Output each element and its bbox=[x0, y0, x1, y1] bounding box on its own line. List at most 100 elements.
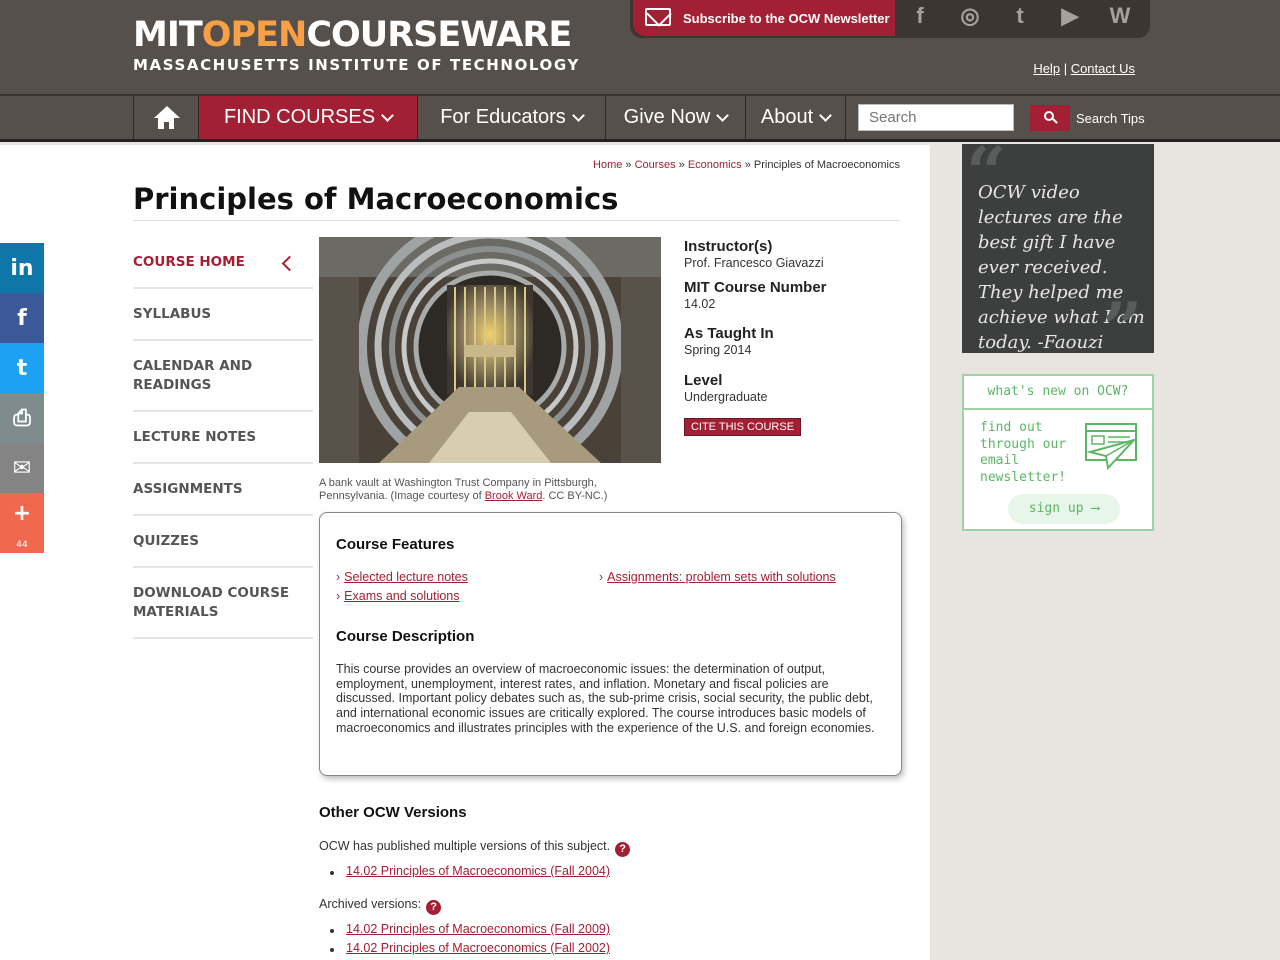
home-nav-button[interactable] bbox=[133, 96, 198, 139]
newsletter-subscribe-button[interactable]: Subscribe to the OCW Newsletter bbox=[633, 0, 895, 36]
caption-credit-link[interactable]: Brook Ward bbox=[485, 490, 543, 502]
instagram-icon[interactable]: ◎ bbox=[948, 0, 992, 34]
instructor-info: Instructor(s) Prof. Francesco Giavazzi bbox=[684, 238, 904, 270]
logo-text-open: OPEN bbox=[201, 15, 308, 55]
course-description-title: Course Description bbox=[336, 628, 475, 645]
course-description-text: This course provides an overview of macr… bbox=[336, 662, 875, 735]
close-quote-icon: ” bbox=[1102, 287, 1143, 354]
course-menu-calendar-readings[interactable]: CALENDAR AND READINGS bbox=[133, 341, 313, 412]
page-title: Principles of Macroeconomics bbox=[133, 182, 619, 216]
facebook-icon: f bbox=[17, 305, 27, 331]
version-link-fall-2009[interactable]: 14.02 Principles of Macroeconomics (Fall… bbox=[346, 922, 610, 936]
chevron-down-icon bbox=[571, 109, 585, 122]
course-menu-label: ASSIGNMENTS bbox=[133, 481, 243, 497]
header-links: Help | Contact Us bbox=[1033, 61, 1135, 76]
course-menu-course-home[interactable]: COURSE HOME bbox=[133, 237, 313, 289]
nav-find-courses[interactable]: FIND COURSES bbox=[198, 96, 417, 139]
bank-vault-illustration bbox=[319, 237, 661, 463]
newsletter-signup-button[interactable]: sign up ⟶ bbox=[1008, 494, 1120, 524]
breadcrumb-current: Principles of Macroeconomics bbox=[753, 159, 900, 171]
youtube-icon[interactable]: ▶ bbox=[1048, 0, 1092, 34]
instructor-label: Instructor(s) bbox=[684, 238, 773, 255]
feature-link-exams[interactable]: Exams and solutions bbox=[336, 589, 459, 603]
nav-find-courses-label: FIND COURSES bbox=[223, 106, 376, 128]
mit-ocw-logo[interactable]: MITOPENCOURSEWARE MASSACHUSETTS INSTITUT… bbox=[133, 16, 580, 74]
subscribe-label: Subscribe to the OCW Newsletter bbox=[683, 10, 890, 26]
feature-link-assignments[interactable]: Assignments: problem sets with solutions bbox=[599, 570, 836, 584]
published-versions-label: OCW has published multiple versions of t… bbox=[319, 839, 611, 853]
plus-icon: + bbox=[12, 501, 32, 526]
twitter-icon[interactable]: t bbox=[998, 0, 1042, 34]
newsletter-promo-header: what's new on OCW? bbox=[964, 376, 1152, 410]
facebook-icon[interactable]: f bbox=[898, 0, 942, 34]
linkedin-icon: in bbox=[10, 255, 34, 281]
breadcrumb-home[interactable]: Home bbox=[593, 159, 622, 171]
course-menu-label: COURSE HOME bbox=[133, 254, 245, 270]
share-more-button[interactable]: +44 bbox=[0, 493, 44, 553]
share-twitter-button[interactable]: t bbox=[0, 343, 44, 393]
published-versions-text: OCW has published multiple versions of t… bbox=[319, 839, 631, 857]
feature-link-lecture-notes[interactable]: Selected lecture notes bbox=[336, 570, 468, 584]
course-menu-download[interactable]: DOWNLOAD COURSE MATERIALS bbox=[133, 568, 313, 639]
nav-for-educators-label: For Educators bbox=[440, 106, 566, 128]
course-menu-lecture-notes[interactable]: LECTURE NOTES bbox=[133, 412, 313, 464]
version-link-fall-2004[interactable]: 14.02 Principles of Macroeconomics (Fall… bbox=[346, 864, 610, 878]
search-button[interactable] bbox=[1030, 105, 1070, 131]
testimonial-quote-banner[interactable]: “ OCW video lectures are the best gift I… bbox=[962, 144, 1154, 353]
version-link-fall-2002[interactable]: 14.02 Principles of Macroeconomics (Fall… bbox=[346, 941, 610, 955]
wordpress-icon[interactable]: W bbox=[1098, 0, 1142, 34]
help-icon[interactable]: ? bbox=[426, 900, 442, 915]
taught-in-label: As Taught In bbox=[684, 325, 774, 342]
newsletter-promo-text: find out through our email newsletter! bbox=[980, 420, 1067, 485]
divider bbox=[133, 220, 900, 221]
course-number-value: 14.02 bbox=[684, 297, 716, 311]
course-number-info: MIT Course Number 14.02 bbox=[684, 279, 904, 311]
level-label: Level bbox=[684, 372, 723, 389]
help-icon[interactable]: ? bbox=[615, 842, 631, 857]
search-input[interactable] bbox=[858, 104, 1014, 131]
logo-text-mit: MIT bbox=[133, 15, 203, 55]
logo-subtitle: MASSACHUSETTS INSTITUTE OF TECHNOLOGY bbox=[133, 56, 580, 74]
share-count: 44 bbox=[16, 540, 28, 550]
level-value: Undergraduate bbox=[684, 390, 768, 404]
breadcrumb-economics[interactable]: Economics bbox=[688, 159, 742, 171]
newsletter-promo-box[interactable]: what's new on OCW? find out through our … bbox=[962, 374, 1154, 531]
help-link[interactable]: Help bbox=[1033, 61, 1060, 76]
search-tips-link[interactable]: Search Tips bbox=[1076, 111, 1145, 126]
nav-about[interactable]: About bbox=[745, 96, 846, 139]
contact-link[interactable]: Contact Us bbox=[1071, 61, 1135, 76]
site-header: MITOPENCOURSEWARE MASSACHUSETTS INSTITUT… bbox=[0, 0, 1280, 96]
printer-icon: ⎙ bbox=[13, 405, 31, 431]
logo-text-courseware: COURSEWARE bbox=[306, 15, 572, 55]
image-caption: A bank vault at Washington Trust Company… bbox=[319, 477, 659, 503]
archived-versions-text: Archived versions:? bbox=[319, 897, 442, 915]
chevron-left-icon bbox=[281, 255, 298, 272]
course-menu-label: DOWNLOAD COURSE MATERIALS bbox=[133, 585, 290, 620]
breadcrumb-separator: » bbox=[678, 159, 685, 171]
breadcrumb-separator: » bbox=[744, 159, 751, 171]
course-menu-syllabus[interactable]: SYLLABUS bbox=[133, 289, 313, 341]
course-menu-label: LECTURE NOTES bbox=[133, 429, 257, 445]
share-linkedin-button[interactable]: in bbox=[0, 243, 44, 293]
course-menu-assignments[interactable]: ASSIGNMENTS bbox=[133, 464, 313, 516]
nav-give-now[interactable]: Give Now bbox=[605, 96, 745, 139]
share-print-button[interactable]: ⎙ bbox=[0, 393, 44, 443]
other-versions-title: Other OCW Versions bbox=[319, 804, 467, 821]
share-email-button[interactable]: ✉ bbox=[0, 443, 44, 493]
caption-license: . CC BY-NC.) bbox=[542, 490, 608, 502]
nav-about-label: About bbox=[760, 106, 814, 128]
nav-for-educators[interactable]: For Educators bbox=[417, 96, 605, 139]
course-number-label: MIT Course Number bbox=[684, 279, 827, 296]
cite-course-button[interactable]: CITE THIS COURSE bbox=[684, 418, 801, 436]
course-menu-quizzes[interactable]: QUIZZES bbox=[133, 516, 313, 568]
breadcrumb-courses[interactable]: Courses bbox=[635, 159, 676, 171]
course-menu: COURSE HOME SYLLABUS CALENDAR AND READIN… bbox=[133, 237, 313, 639]
nav-give-now-label: Give Now bbox=[623, 106, 711, 128]
archived-versions-label: Archived versions: bbox=[319, 897, 422, 911]
share-facebook-button[interactable]: f bbox=[0, 293, 44, 343]
course-menu-label: QUIZZES bbox=[133, 533, 199, 549]
taught-in-info: As Taught In Spring 2014 bbox=[684, 325, 904, 357]
email-newsletter-icon bbox=[1085, 423, 1138, 470]
list-bullet bbox=[330, 871, 334, 875]
list-bullet bbox=[330, 948, 334, 952]
